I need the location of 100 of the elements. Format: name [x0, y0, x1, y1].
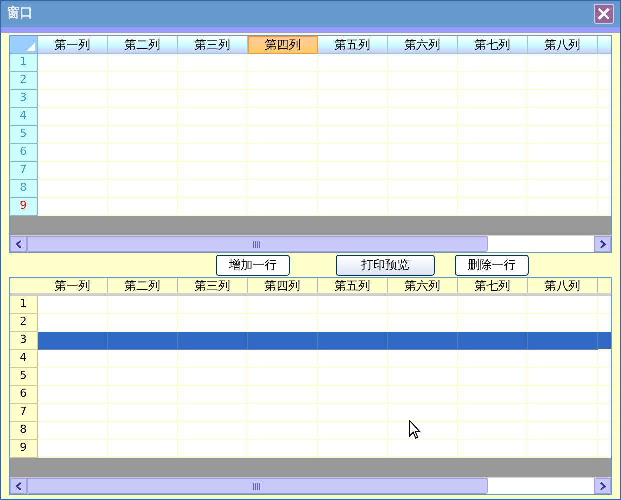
- column-header[interactable]: 第五列: [318, 36, 388, 54]
- table-cell: [248, 144, 318, 162]
- table-row[interactable]: 2: [10, 314, 611, 332]
- table-cell: [38, 144, 108, 162]
- row-header: 3: [10, 332, 38, 350]
- table-cell: [528, 90, 598, 108]
- table-cell: [458, 126, 528, 144]
- table-row[interactable]: 8: [10, 422, 611, 440]
- horizontal-scrollbar[interactable]: [10, 235, 611, 252]
- table-cell: [318, 144, 388, 162]
- close-button[interactable]: [594, 4, 614, 24]
- table-cell: [178, 180, 248, 198]
- table-cell: [458, 90, 528, 108]
- row-header: 5: [10, 368, 38, 386]
- table-cell: [108, 144, 178, 162]
- add-row-button[interactable]: 增加一行: [216, 254, 290, 276]
- table-cell: [248, 90, 318, 108]
- table-cell: [248, 54, 318, 72]
- table-cell: [318, 180, 388, 198]
- scroll-left-icon[interactable]: [10, 236, 27, 252]
- table-cell: [318, 162, 388, 180]
- table-cell: [458, 108, 528, 126]
- table-row[interactable]: 4: [10, 350, 611, 368]
- table-cell: [458, 54, 528, 72]
- table-cell: [178, 108, 248, 126]
- table-cell: [318, 72, 388, 90]
- table-cell: [108, 54, 178, 72]
- table-cell: [458, 72, 528, 90]
- table-cell: [178, 90, 248, 108]
- table-cell: [248, 72, 318, 90]
- table-cell: [178, 54, 248, 72]
- table-cell: [38, 126, 108, 144]
- scroll-thumb[interactable]: [27, 478, 488, 494]
- row-header: 8: [10, 422, 38, 440]
- column-header[interactable]: 第七列: [458, 278, 528, 293]
- table-cell: [388, 72, 458, 90]
- table-cell: [458, 162, 528, 180]
- delete-row-button[interactable]: 删除一行: [455, 254, 529, 276]
- column-header[interactable]: 第四列: [248, 36, 318, 54]
- scroll-right-icon[interactable]: [594, 236, 611, 252]
- print-preview-button[interactable]: 打印预览: [336, 254, 435, 276]
- table-cell: [388, 162, 458, 180]
- table-cell: [528, 126, 598, 144]
- table-cell: [248, 162, 318, 180]
- table-cell: [38, 54, 108, 72]
- table-row[interactable]: 5: [10, 368, 611, 386]
- column-header[interactable]: 第六列: [388, 278, 458, 293]
- table-cell: [318, 126, 388, 144]
- column-header[interactable]: 第二列: [108, 278, 178, 293]
- table-row[interactable]: 3: [10, 332, 611, 350]
- table-cell: [38, 180, 108, 198]
- table-row[interactable]: 9: [10, 440, 611, 458]
- table-cell: [178, 126, 248, 144]
- table-row[interactable]: 7: [10, 404, 611, 422]
- column-header[interactable]: 第一列: [38, 36, 108, 54]
- row-header: 7: [10, 404, 38, 422]
- column-header[interactable]: 第三列: [178, 36, 248, 54]
- column-header[interactable]: 第四列: [248, 278, 318, 293]
- table-cell: [38, 72, 108, 90]
- table-cell: [38, 108, 108, 126]
- window-title: 窗口: [7, 4, 33, 24]
- table-cell: [178, 162, 248, 180]
- scroll-left-icon[interactable]: [10, 478, 27, 494]
- column-header[interactable]: 第一列: [38, 278, 108, 293]
- table-cell: [458, 180, 528, 198]
- column-header[interactable]: 第六列: [388, 36, 458, 54]
- table-row[interactable]: 6: [10, 386, 611, 404]
- table-cell: [528, 144, 598, 162]
- column-header[interactable]: 第七列: [458, 36, 528, 54]
- column-header[interactable]: 第五列: [318, 278, 388, 293]
- scroll-thumb[interactable]: [27, 236, 488, 252]
- table-cell: [528, 180, 598, 198]
- row-header: 4: [10, 350, 38, 368]
- table-cell: [178, 144, 248, 162]
- table-cell: [388, 126, 458, 144]
- table-cell: [108, 108, 178, 126]
- table-cell: [528, 54, 598, 72]
- row-header[interactable]: 9: [10, 198, 38, 216]
- table-cell: [38, 162, 108, 180]
- horizontal-scrollbar[interactable]: [10, 477, 611, 494]
- table-cell: [458, 144, 528, 162]
- table-cell: [318, 108, 388, 126]
- table-cell: [528, 108, 598, 126]
- table-cell: [108, 162, 178, 180]
- table-cell: [528, 72, 598, 90]
- column-header[interactable]: 第八列: [528, 36, 598, 54]
- table-cell: [388, 108, 458, 126]
- column-header[interactable]: 第八列: [528, 278, 598, 293]
- table-cell: [248, 126, 318, 144]
- column-header[interactable]: 第二列: [108, 36, 178, 54]
- table-cell: [528, 162, 598, 180]
- table-cell: [318, 90, 388, 108]
- table-row[interactable]: 1: [10, 296, 611, 314]
- table-cell: [178, 72, 248, 90]
- mouse-cursor-icon: [409, 420, 421, 440]
- column-header[interactable]: 第三列: [178, 278, 248, 293]
- row-header: 2: [10, 314, 38, 332]
- corner-triangle-icon: [27, 43, 35, 51]
- scroll-right-icon[interactable]: [594, 478, 611, 494]
- table-cell: [248, 180, 318, 198]
